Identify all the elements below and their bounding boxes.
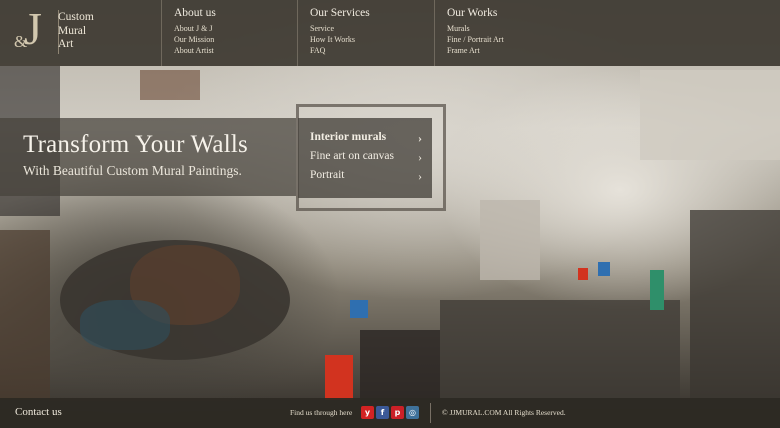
nav-heading-services[interactable]: Our Services: [310, 7, 434, 19]
nav-heading-about[interactable]: About us: [174, 7, 297, 19]
site-logo[interactable]: & J Custom Mural Art: [14, 3, 116, 58]
service-link-fine-art[interactable]: Fine art on canvas ›: [310, 150, 422, 164]
chevron-right-icon: ›: [418, 169, 422, 183]
service-link-label: Interior murals: [310, 131, 387, 143]
pinterest-icon[interactable]: p: [391, 406, 404, 419]
contact-link[interactable]: Contact us: [15, 406, 62, 418]
find-us-label: Find us through here: [290, 408, 353, 417]
nav-works: Our Works Murals Fine / Portrait Art Fra…: [434, 0, 574, 66]
nav-link-murals[interactable]: Murals: [447, 23, 574, 34]
chevron-right-icon: ›: [418, 131, 422, 145]
facebook-icon[interactable]: f: [376, 406, 389, 419]
service-link-interior-murals[interactable]: Interior murals ›: [310, 131, 422, 145]
logo-word: Custom: [58, 11, 94, 23]
chevron-right-icon: ›: [418, 150, 422, 164]
nav-link-frame-art[interactable]: Frame Art: [447, 45, 574, 56]
logo-word: Mural: [58, 24, 87, 37]
nav-link-faq[interactable]: FAQ: [310, 45, 434, 56]
footer-divider: [430, 403, 431, 423]
nav-link-mission[interactable]: Our Mission: [174, 34, 297, 45]
site-footer: Contact us Find us through here y f p ◎ …: [0, 398, 780, 428]
instagram-icon[interactable]: ◎: [406, 406, 419, 419]
nav-link-how-it-works[interactable]: How It Works: [310, 34, 434, 45]
nav-services: Our Services Service How It Works FAQ: [297, 0, 434, 66]
nav-about: About us About J & J Our Mission About A…: [161, 0, 297, 66]
hero-subtitle: With Beautiful Custom Mural Paintings.: [23, 163, 242, 178]
hero-title: Transform Your Walls: [23, 131, 248, 158]
copyright: © JJMURAL.COM All Rights Reserved.: [442, 408, 566, 417]
service-link-label: Fine art on canvas: [310, 150, 394, 162]
nav-link-fine-portrait[interactable]: Fine / Portrait Art: [447, 34, 574, 45]
nav-link-service[interactable]: Service: [310, 23, 434, 34]
nav-heading-works[interactable]: Our Works: [447, 7, 574, 19]
nav-link-about-jj[interactable]: About J & J: [174, 23, 297, 34]
service-link-label: Portrait: [310, 169, 345, 181]
service-link-portrait[interactable]: Portrait ›: [310, 169, 422, 183]
yelp-icon[interactable]: y: [361, 406, 374, 419]
logo-wordmark: Custom Mural Art: [58, 11, 116, 52]
logo-letter: J: [24, 3, 42, 54]
site-header: & J Custom Mural Art About us About J & …: [0, 0, 780, 66]
nav-link-artist[interactable]: About Artist: [174, 45, 297, 56]
logo-word: Art: [58, 38, 74, 50]
